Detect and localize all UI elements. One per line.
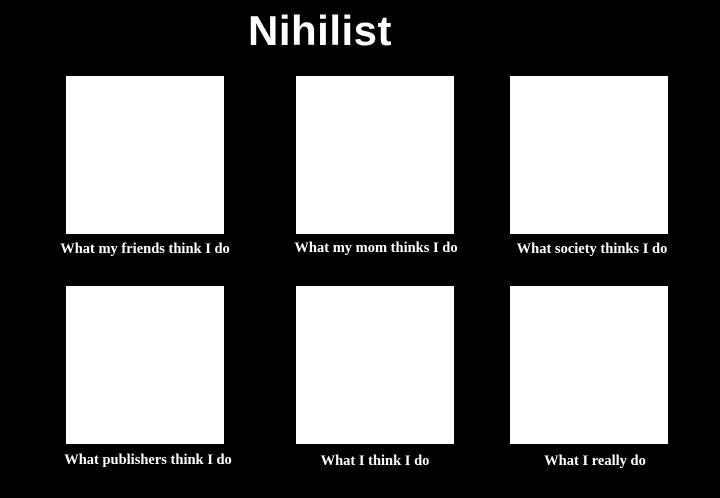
panel-publishers xyxy=(66,286,224,444)
panel-society xyxy=(510,76,668,234)
panel-friends xyxy=(66,76,224,234)
caption-society: What society thinks I do xyxy=(516,241,668,257)
panel-reality xyxy=(510,286,668,444)
caption-self-perception: What I think I do xyxy=(320,453,430,469)
caption-reality: What I really do xyxy=(544,453,646,469)
caption-mom: What my mom thinks I do xyxy=(294,240,458,256)
caption-publishers: What publishers think I do xyxy=(64,452,232,468)
caption-friends: What my friends think I do xyxy=(60,241,230,257)
meme-title: Nihilist xyxy=(248,7,393,54)
panel-mom xyxy=(296,76,454,234)
panel-self-perception xyxy=(296,286,454,444)
